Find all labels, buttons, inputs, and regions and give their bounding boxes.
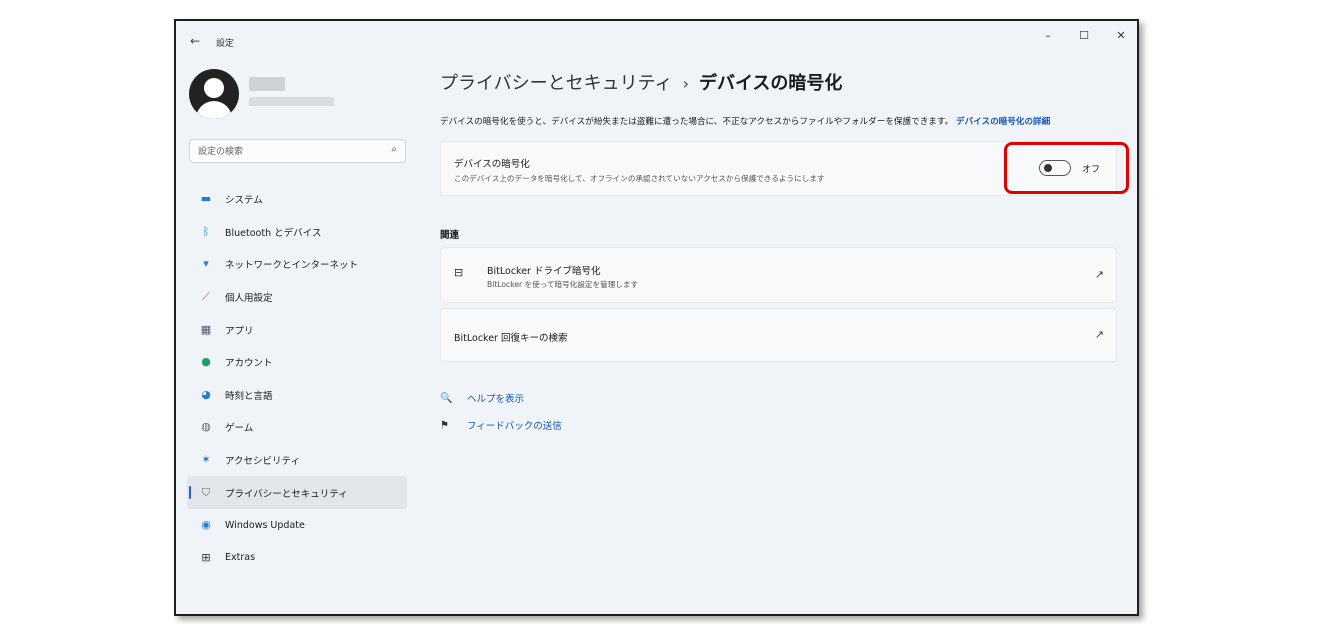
encryption-subtitle: このデバイス上のデータを暗号化して、オフラインの承認されていないアクセスから保護… — [454, 174, 825, 183]
encryption-title: デバイスの暗号化 — [454, 159, 530, 170]
display-icon: ▬ — [200, 192, 212, 206]
accessibility-icon: ✶ — [201, 453, 211, 467]
wifi-icon: ▾ — [203, 257, 209, 271]
help-link-label[interactable]: ヘルプを表示 — [467, 391, 524, 405]
settings-window: ← 設定 – ☐ ✕ ⌕ ▬ システム ᛒ Bluetooth とデバイス ▾ ネットワー… — [174, 19, 1139, 616]
bitlocker-recovery-card[interactable]: BitLocker 回復キーの検索 ↗ — [440, 308, 1117, 362]
sidebar-item-5[interactable]: ● アカウント — [187, 346, 407, 379]
sidebar-item-label: アプリ — [225, 325, 254, 337]
avatar-body — [196, 101, 232, 119]
sidebar-item-label: プライバシーとセキュリティ — [225, 488, 348, 500]
user-name-redacted — [249, 77, 285, 91]
description-text: デバイスの暗号化を使うと、デバイスが紛失または盗難に遭った場合に、不正なアクセス… — [440, 117, 954, 127]
bitlocker-drive-title: BitLocker ドライブ暗号化 — [487, 266, 601, 277]
learn-more-link[interactable]: デバイスの暗号化の詳細 — [956, 117, 1050, 127]
close-button[interactable]: ✕ — [1111, 29, 1131, 42]
sidebar-item-label: 個人用設定 — [225, 293, 273, 305]
sidebar-item-label: Extras — [225, 552, 256, 564]
sidebar-nav: ▬ システム ᛒ Bluetooth とデバイス ▾ ネットワークとインターネット ⟋ 個人用… — [187, 183, 407, 574]
sidebar-item-1[interactable]: ᛒ Bluetooth とデバイス — [187, 216, 407, 249]
external-link-icon[interactable]: ↗ — [1095, 268, 1104, 281]
sidebar-item-4[interactable]: ▦ アプリ — [187, 313, 407, 346]
sidebar-item-label: ゲーム — [225, 423, 254, 435]
app-title: 設定 — [216, 39, 235, 49]
sidebar-item-label: Windows Update — [225, 519, 305, 531]
sidebar-item-3[interactable]: ⟋ 個人用設定 — [187, 281, 407, 314]
selected-indicator — [189, 486, 191, 500]
sidebar-item-7[interactable]: ◍ ゲーム — [187, 411, 407, 444]
sidebar-item-6[interactable]: ◕ 時刻と言語 — [187, 379, 407, 412]
page-title: プライバシーとセキュリティ › デバイスの暗号化 — [440, 69, 842, 95]
bitlocker-drive-subtitle: BitLocker を使って暗号化設定を管理します — [487, 280, 639, 289]
sidebar-item-label: アクセシビリティ — [225, 456, 300, 468]
avatar-head — [204, 78, 224, 98]
sidebar-item-label: 時刻と言語 — [225, 390, 273, 402]
breadcrumb-current: デバイスの暗号化 — [698, 73, 843, 94]
sidebar-item-8[interactable]: ✶ アクセシビリティ — [187, 444, 407, 477]
search-icon[interactable]: ⌕ — [391, 144, 397, 155]
sidebar-item-10[interactable]: ◉ Windows Update — [187, 509, 407, 542]
sidebar-item-label: システム — [225, 195, 263, 207]
globe-clock-icon: ◕ — [201, 387, 211, 401]
gamepad-icon: ◍ — [201, 420, 211, 434]
search-input[interactable] — [196, 143, 380, 161]
help-link[interactable]: 🔍 ヘルプを表示 — [440, 391, 524, 406]
page-description: デバイスの暗号化を使うと、デバイスが紛失または盗難に遭った場合に、不正なアクセス… — [440, 115, 1050, 127]
windows-update-icon: ◉ — [201, 518, 211, 532]
sidebar-item-label: Bluetooth とデバイス — [225, 227, 322, 239]
sidebar-item-0[interactable]: ▬ システム — [187, 183, 407, 216]
bluetooth-icon: ᛒ — [202, 224, 210, 238]
avatar[interactable] — [189, 69, 239, 119]
highlight-box — [1004, 142, 1129, 194]
feedback-link-label[interactable]: フィードバックの送信 — [467, 418, 562, 432]
bitlocker-recovery-title: BitLocker 回復キーの検索 — [454, 333, 568, 344]
account-icon: ● — [201, 355, 211, 369]
sidebar-item-2[interactable]: ▾ ネットワークとインターネット — [187, 248, 407, 281]
settings-search[interactable]: ⌕ — [189, 139, 406, 163]
shield-icon: ⛉ — [201, 485, 211, 499]
bitlocker-drive-card[interactable]: ⊟ BitLocker ドライブ暗号化 BitLocker を使って暗号化設定を… — [440, 247, 1117, 303]
bitlocker-key-icon: ⊟ — [454, 266, 464, 279]
title-bar: ← 設定 – ☐ ✕ — [176, 21, 1137, 61]
minimize-button[interactable]: – — [1038, 29, 1058, 42]
help-icon: 🔍 — [440, 392, 453, 404]
feedback-icon: ⚑ — [440, 419, 449, 431]
external-link-icon[interactable]: ↗ — [1095, 328, 1104, 341]
apps-icon: ▦ — [200, 322, 212, 336]
maximize-button[interactable]: ☐ — [1074, 29, 1094, 42]
brush-icon: ⟋ — [202, 290, 210, 304]
chevron-right-icon: › — [682, 74, 689, 93]
extras-grid-icon: ⊞ — [201, 550, 211, 564]
sidebar-item-9[interactable]: ⛉ プライバシーとセキュリティ — [187, 476, 407, 509]
breadcrumb-parent[interactable]: プライバシーとセキュリティ — [440, 73, 673, 94]
feedback-link[interactable]: ⚑ フィードバックの送信 — [440, 418, 562, 433]
related-heading: 関連 — [440, 230, 460, 241]
sidebar-item-label: アカウント — [225, 358, 273, 370]
sidebar-item-11[interactable]: ⊞ Extras — [187, 542, 407, 575]
user-email-redacted — [249, 97, 334, 106]
back-arrow-icon[interactable]: ← — [190, 34, 200, 48]
sidebar-item-label: ネットワークとインターネット — [225, 260, 359, 272]
